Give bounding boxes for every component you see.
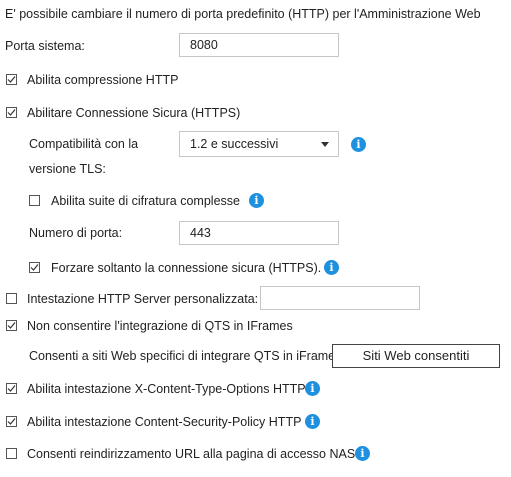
check-icon	[7, 322, 16, 329]
cifratura-checkbox[interactable]	[29, 195, 40, 206]
csp-label: Abilita intestazione Content-Security-Po…	[27, 415, 302, 429]
https-checkbox[interactable]	[6, 107, 17, 118]
x-content-info-icon[interactable]: i	[305, 381, 320, 396]
check-icon	[7, 109, 16, 116]
server-header-input[interactable]	[260, 286, 420, 310]
x-content-label: Abilita intestazione X-Content-Type-Opti…	[27, 382, 306, 396]
check-icon	[7, 385, 16, 392]
x-content-checkbox[interactable]	[6, 383, 17, 394]
check-icon	[30, 264, 39, 271]
numero-porta-input[interactable]: 443	[179, 221, 339, 245]
redirect-info-icon[interactable]: i	[355, 446, 370, 461]
tls-label-line2: versione TLS:	[29, 162, 106, 176]
tls-label-line1: Compatibilità con la	[29, 137, 139, 151]
chevron-down-icon	[321, 142, 329, 147]
check-icon	[7, 76, 16, 83]
csp-checkbox[interactable]	[6, 416, 17, 427]
tls-selected-value: 1.2 e successivi	[190, 137, 279, 151]
iframes-checkbox[interactable]	[6, 320, 17, 331]
numero-porta-label: Numero di porta:	[29, 226, 123, 240]
redirect-label: Consenti reindirizzamento URL alla pagin…	[27, 447, 356, 461]
tls-version-select[interactable]: 1.2 e successivi	[179, 131, 339, 157]
tls-info-icon[interactable]: i	[351, 137, 366, 152]
porta-sistema-input[interactable]: 8080	[179, 33, 339, 57]
siti-web-consentiti-button[interactable]: Siti Web consentiti	[332, 344, 500, 368]
check-icon	[7, 418, 16, 425]
cifratura-info-icon[interactable]: i	[249, 193, 264, 208]
siti-web-label: Consenti a siti Web specifici di integra…	[29, 349, 336, 363]
porta-sistema-label: Porta sistema:	[5, 39, 85, 53]
https-label: Abilitare Connessione Sicura (HTTPS)	[27, 106, 241, 120]
compressione-label: Abilita compressione HTTP	[27, 73, 179, 87]
forzare-https-label: Forzare soltanto la connessione sicura (…	[51, 261, 322, 275]
redirect-checkbox[interactable]	[6, 448, 17, 459]
intro-text: E' possibile cambiare il numero di porta…	[5, 7, 481, 21]
cifratura-label: Abilita suite di cifratura complesse	[51, 194, 240, 208]
forzare-https-checkbox[interactable]	[29, 262, 40, 273]
server-header-label: Intestazione HTTP Server personalizzata:	[27, 292, 259, 306]
csp-info-icon[interactable]: i	[305, 414, 320, 429]
server-header-checkbox[interactable]	[6, 293, 17, 304]
compressione-checkbox[interactable]	[6, 74, 17, 85]
forzare-https-info-icon[interactable]: i	[324, 260, 339, 275]
iframes-label: Non consentire l'integrazione di QTS in …	[27, 319, 293, 333]
